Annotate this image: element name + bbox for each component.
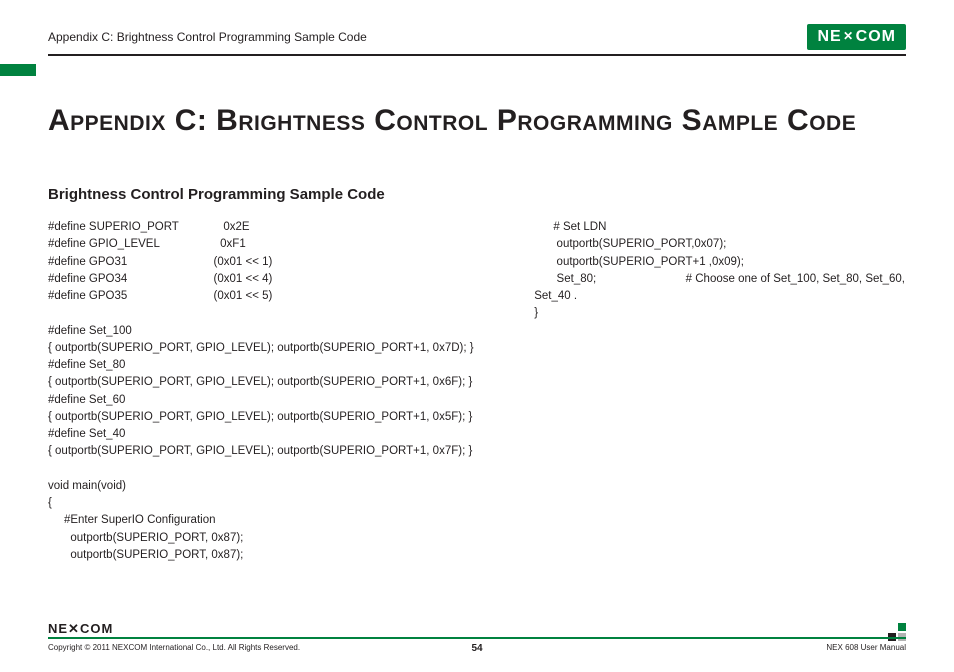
- green-tab-decoration: [0, 64, 36, 76]
- section-title: Brightness Control Programming Sample Co…: [48, 186, 906, 203]
- page-header: Appendix C: Brightness Control Programmi…: [48, 24, 906, 56]
- breadcrumb: Appendix C: Brightness Control Programmi…: [48, 30, 367, 44]
- code-column-right: # Set LDN outportb(SUPERIO_PORT,0x07); o…: [534, 219, 906, 564]
- footer-manual-name: NEX 608 User Manual: [826, 639, 906, 652]
- logo-part-left: NE: [817, 28, 841, 46]
- logo-x-icon: [842, 28, 856, 46]
- page-footer: NE✕COM Copyright © 2011 NEXCOM Internati…: [48, 637, 906, 652]
- footer-bar: Copyright © 2011 NEXCOM International Co…: [48, 637, 906, 652]
- page-title: Appendix C: Brightness Control Programmi…: [48, 104, 906, 138]
- code-column-left: #define SUPERIO_PORT 0x2E #define GPIO_L…: [48, 219, 494, 564]
- code-columns: #define SUPERIO_PORT 0x2E #define GPIO_L…: [48, 219, 906, 564]
- footer-page-number: 54: [471, 643, 482, 654]
- footer-logo: NE✕COM: [48, 621, 113, 637]
- square-green: [898, 623, 906, 631]
- footer-copyright: Copyright © 2011 NEXCOM International Co…: [48, 639, 300, 652]
- logo-part-right: COM: [856, 28, 896, 46]
- nexcom-logo: NE COM: [807, 24, 906, 50]
